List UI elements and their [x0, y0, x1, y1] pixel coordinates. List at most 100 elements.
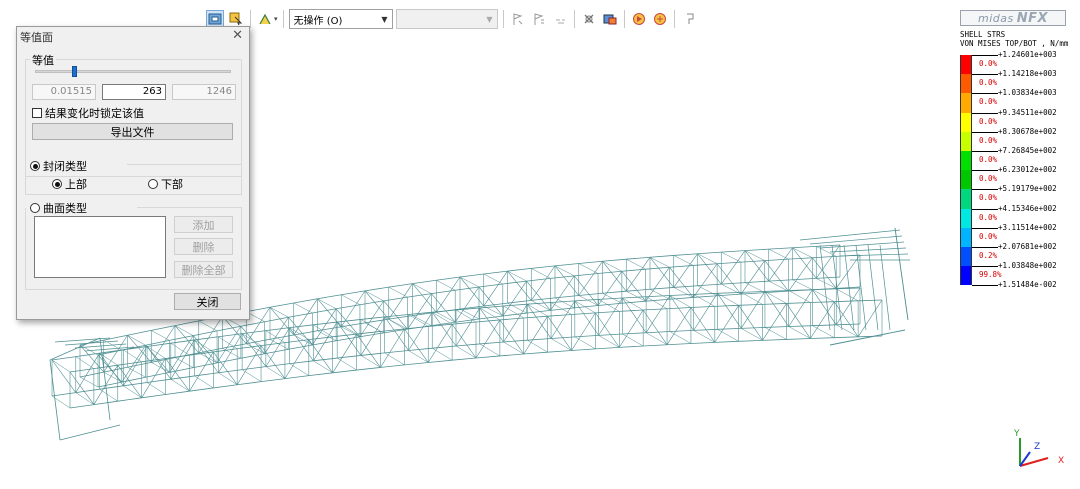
chord-line [455, 286, 480, 291]
chord-line [595, 310, 620, 314]
tie-line [768, 248, 789, 260]
chord-line [404, 326, 429, 330]
chord-line [574, 334, 599, 338]
diagonal-line [690, 307, 716, 343]
delete-button[interactable]: 删除 [174, 238, 233, 255]
surface-type-label: 曲面类型 [43, 202, 87, 215]
tie-line [816, 278, 837, 289]
radio-icon[interactable] [30, 203, 40, 213]
chord-line [834, 300, 859, 303]
chord-line [246, 338, 271, 345]
diagonal-line [693, 263, 718, 298]
export-file-button[interactable]: 导出文件 [32, 123, 233, 140]
chord-line [336, 304, 361, 310]
legend-percent: 0.0% [979, 231, 998, 241]
diagonal-line [198, 316, 223, 354]
chord-line [475, 355, 500, 359]
diagonal-line [740, 260, 765, 295]
tie-line [673, 255, 694, 266]
tie-line [503, 305, 524, 319]
tie-line [75, 392, 95, 405]
tie-line [293, 302, 313, 314]
close-button[interactable]: 关闭 [174, 293, 241, 310]
chord-line [269, 302, 294, 308]
chord-line [810, 301, 835, 303]
chord-line [531, 265, 556, 269]
chord-line [643, 308, 668, 311]
diagonal-line [194, 339, 219, 373]
lower-radio[interactable]: 下部 [148, 176, 183, 192]
chord-line [412, 279, 437, 284]
chord-line [792, 277, 817, 281]
tie-line [531, 300, 551, 311]
chord-line [265, 327, 290, 331]
tie-line [741, 328, 763, 341]
radio-selected-icon[interactable] [52, 179, 62, 189]
chord-line [332, 369, 357, 374]
chord-line [169, 335, 194, 341]
legend-percent: 0.2% [979, 251, 998, 260]
add-button[interactable]: 添加 [174, 216, 233, 233]
chord-line [380, 364, 405, 368]
chord-line [502, 312, 527, 317]
tie-line [127, 335, 146, 346]
tie-line [792, 279, 813, 290]
chord-line [574, 273, 599, 277]
chord-line [621, 268, 646, 272]
logo-bold-text: NFX [1016, 10, 1049, 26]
tie-line [812, 289, 835, 302]
delete-all-button[interactable]: 删除全部 [174, 261, 233, 278]
diagonal-line [222, 316, 247, 344]
legend-value: +4.15346e+002 [998, 203, 1057, 213]
tie-line [792, 247, 813, 258]
iso-value-label: 等值 [32, 54, 54, 67]
chord-line [237, 381, 262, 386]
diagonal-line [788, 257, 813, 292]
iso-slider-track[interactable] [35, 70, 231, 73]
diagonal-line [121, 345, 146, 383]
diagonal-line [308, 339, 333, 373]
chord-line [645, 298, 670, 302]
surface-type-radio[interactable]: 曲面类型 [30, 200, 87, 216]
group-divider [127, 164, 242, 165]
tie-line [360, 355, 381, 368]
upper-radio[interactable]: 上部 [52, 176, 87, 192]
iso-value-input[interactable]: 263 [102, 84, 166, 100]
chord-line [452, 357, 477, 361]
chord-line [762, 339, 787, 341]
tie-line [574, 336, 596, 350]
radio-selected-icon[interactable] [30, 161, 40, 171]
radio-icon[interactable] [148, 179, 158, 189]
tie-line [194, 375, 214, 389]
legend-percent: 0.0% [979, 116, 998, 126]
tie-line [717, 329, 739, 342]
end-block-line [799, 229, 901, 241]
tie-line [626, 290, 646, 302]
checkbox-icon[interactable] [32, 108, 42, 118]
tie-line [669, 331, 692, 344]
chord-line [218, 369, 243, 374]
diagonal-line [786, 303, 811, 339]
surface-list[interactable] [34, 216, 166, 278]
diagonal-line [744, 250, 769, 282]
tie-line [626, 258, 646, 270]
chord-line [193, 330, 218, 337]
closed-type-radio[interactable]: 封闭类型 [30, 158, 87, 174]
legend-color-segment [960, 208, 972, 228]
legend-color-segment [960, 151, 972, 171]
group-divider [137, 207, 242, 208]
chord-line [697, 251, 722, 255]
tie-line [75, 356, 95, 369]
legend-color-segment [960, 170, 972, 190]
diagonal-line [51, 359, 77, 393]
tie-line [151, 330, 170, 341]
iso-slider-thumb[interactable] [72, 66, 78, 77]
chord-line [388, 283, 413, 288]
close-icon[interactable]: ✕ [232, 28, 243, 43]
chord-line [288, 312, 313, 318]
legend-value: +7.26845e+002 [998, 146, 1057, 155]
chord-line [786, 338, 811, 340]
lock-value-checkbox[interactable]: 结果变化时锁定该值 [32, 105, 144, 121]
legend-color-segment [960, 247, 972, 267]
legend-tick [972, 112, 998, 114]
